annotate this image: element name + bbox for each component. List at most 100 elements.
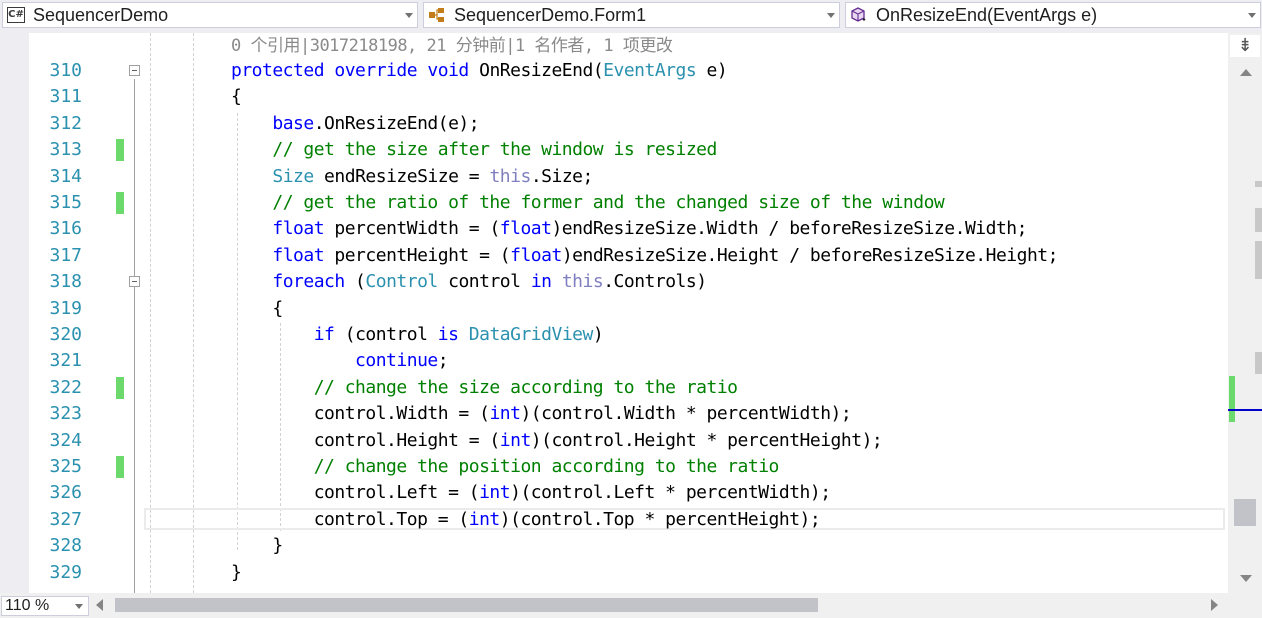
code-token: EventArgs: [603, 60, 697, 81]
line-number: 327: [49, 508, 82, 530]
code-line[interactable]: 320 if (control is DataGridView): [0, 322, 1228, 348]
change-marker: [116, 192, 124, 214]
code-editor[interactable]: 0 个引用|3017218198, 21 分钟前|1 名作者, 1 项更改 31…: [0, 33, 1228, 593]
code-text: base.OnResizeEnd(e);: [231, 111, 479, 137]
code-text: control.Left = (int)(control.Left * perc…: [231, 480, 831, 506]
line-number: 328: [49, 535, 82, 557]
code-token: continue: [355, 350, 438, 372]
code-line[interactable]: 317 float percentHeight = (float)endResi…: [0, 243, 1228, 269]
collapse-icon[interactable]: [129, 65, 140, 76]
code-token: }: [231, 561, 242, 583]
chevron-down-icon: [75, 604, 83, 609]
line-number: 310: [49, 60, 82, 81]
code-token: Control: [365, 271, 438, 293]
line-number: 324: [49, 429, 82, 451]
code-line[interactable]: 319 {: [0, 296, 1228, 322]
code-text: control.Height = (int)(control.Height * …: [231, 428, 883, 454]
csharp-project-icon: C#: [7, 7, 25, 23]
code-line[interactable]: 328 }: [0, 533, 1228, 559]
zoom-dropdown[interactable]: 110 %: [1, 596, 89, 616]
collapse-icon[interactable]: [129, 276, 140, 288]
change-marker: [116, 139, 124, 162]
code-text: // change the position according to the …: [231, 454, 780, 480]
code-line[interactable]: 315 // get the ratio of the former and t…: [0, 190, 1228, 216]
code-token: void: [427, 60, 480, 81]
split-window-icon[interactable]: ⇟: [1230, 35, 1260, 57]
class-dropdown[interactable]: SequencerDemo.Form1: [423, 2, 840, 28]
code-token: .Size;: [530, 165, 594, 187]
code-line[interactable]: 327 control.Top = (int)(control.Top * pe…: [0, 507, 1228, 533]
code-line[interactable]: 326 control.Left = (int)(control.Left * …: [0, 480, 1228, 506]
code-text: control.Width = (int)(control.Width * pe…: [231, 401, 852, 427]
code-line[interactable]: 321 continue;: [0, 348, 1228, 374]
codelens-info[interactable]: 0 个引用|3017218198, 21 分钟前|1 名作者, 1 项更改: [231, 33, 673, 59]
code-token: {: [231, 86, 242, 108]
code-text: protected override void OnResizeEnd(Even…: [231, 58, 728, 84]
code-token: control.Left = (: [231, 482, 480, 504]
member-dropdown[interactable]: OnResizeEnd(EventArgs e): [845, 2, 1261, 28]
code-line[interactable]: 310 protected override void OnResizeEnd(E…: [0, 58, 1228, 84]
code-text: Size endResizeSize = this.Size;: [231, 164, 593, 190]
scroll-right-icon[interactable]: [1211, 599, 1218, 611]
code-token: )(control.Left * percentWidth);: [510, 482, 831, 504]
horizontal-scroll-thumb[interactable]: [115, 598, 818, 612]
code-token: float: [272, 244, 325, 266]
class-icon: [429, 8, 444, 22]
code-line[interactable]: 324 control.Height = (int)(control.Heigh…: [0, 428, 1228, 454]
scrollbar-mark: [1255, 352, 1262, 374]
zoom-level: 110 %: [5, 597, 50, 614]
code-line[interactable]: 318 foreach (Control control in this.Con…: [0, 269, 1228, 295]
code-token: OnResizeEnd(: [479, 60, 604, 81]
code-line[interactable]: 322 // change the size according to the …: [0, 375, 1228, 401]
code-token: int: [468, 508, 501, 530]
scroll-up-icon[interactable]: [1240, 69, 1252, 76]
code-text: // get the ratio of the former and the c…: [231, 190, 944, 216]
code-line[interactable]: 323 control.Width = (int)(control.Width …: [0, 401, 1228, 427]
chevron-down-icon: [405, 13, 413, 18]
code-line[interactable]: 313 // get the size after the window is …: [0, 137, 1228, 163]
project-dropdown[interactable]: C# SequencerDemo: [2, 2, 418, 28]
code-line[interactable]: 311 {: [0, 84, 1228, 110]
code-token: endResizeSize =: [313, 165, 490, 187]
code-token: float: [510, 244, 562, 266]
scroll-down-icon[interactable]: [1240, 575, 1252, 582]
line-number: 326: [49, 482, 82, 504]
code-token: float: [272, 218, 325, 240]
code-token: is: [437, 324, 469, 345]
code-line[interactable]: 325 // change the position according to …: [0, 454, 1228, 480]
code-line[interactable]: 316 float percentWidth = (float)endResiz…: [0, 216, 1228, 242]
code-text: float percentHeight = (float)endResizeSi…: [231, 243, 1058, 269]
code-token: int: [499, 429, 532, 451]
line-number: 320: [49, 324, 82, 345]
scroll-left-icon[interactable]: [96, 599, 103, 611]
vertical-scroll-thumb[interactable]: [1234, 499, 1256, 526]
code-token: foreach: [272, 271, 345, 293]
code-line[interactable]: 329}: [0, 560, 1228, 586]
line-number: 322: [49, 376, 82, 398]
chevron-down-icon: [1248, 13, 1256, 18]
scrollbar-mark: [1255, 241, 1262, 279]
code-line[interactable]: 314 Size endResizeSize = this.Size;: [0, 164, 1228, 190]
code-text: {: [231, 84, 242, 110]
code-token: // change the position according to the …: [313, 456, 780, 477]
scrollbar-mark: [1255, 181, 1262, 187]
code-token: base: [272, 112, 314, 134]
code-token: .OnResizeEnd(e);: [313, 112, 480, 134]
line-number: 329: [49, 561, 82, 583]
line-number: 311: [49, 86, 82, 108]
line-number: 325: [49, 456, 82, 477]
line-number: 318: [49, 271, 82, 293]
code-line[interactable]: 312 base.OnResizeEnd(e);: [0, 111, 1228, 137]
change-marker: [116, 376, 124, 399]
code-token: float: [499, 218, 552, 240]
code-token: in: [530, 271, 562, 293]
code-token: Size: [272, 165, 314, 187]
code-token: // get the size after the window is resi…: [272, 139, 717, 161]
class-dropdown-label: SequencerDemo.Form1: [454, 5, 647, 25]
code-token: int: [489, 403, 521, 425]
code-token: override: [334, 60, 428, 81]
